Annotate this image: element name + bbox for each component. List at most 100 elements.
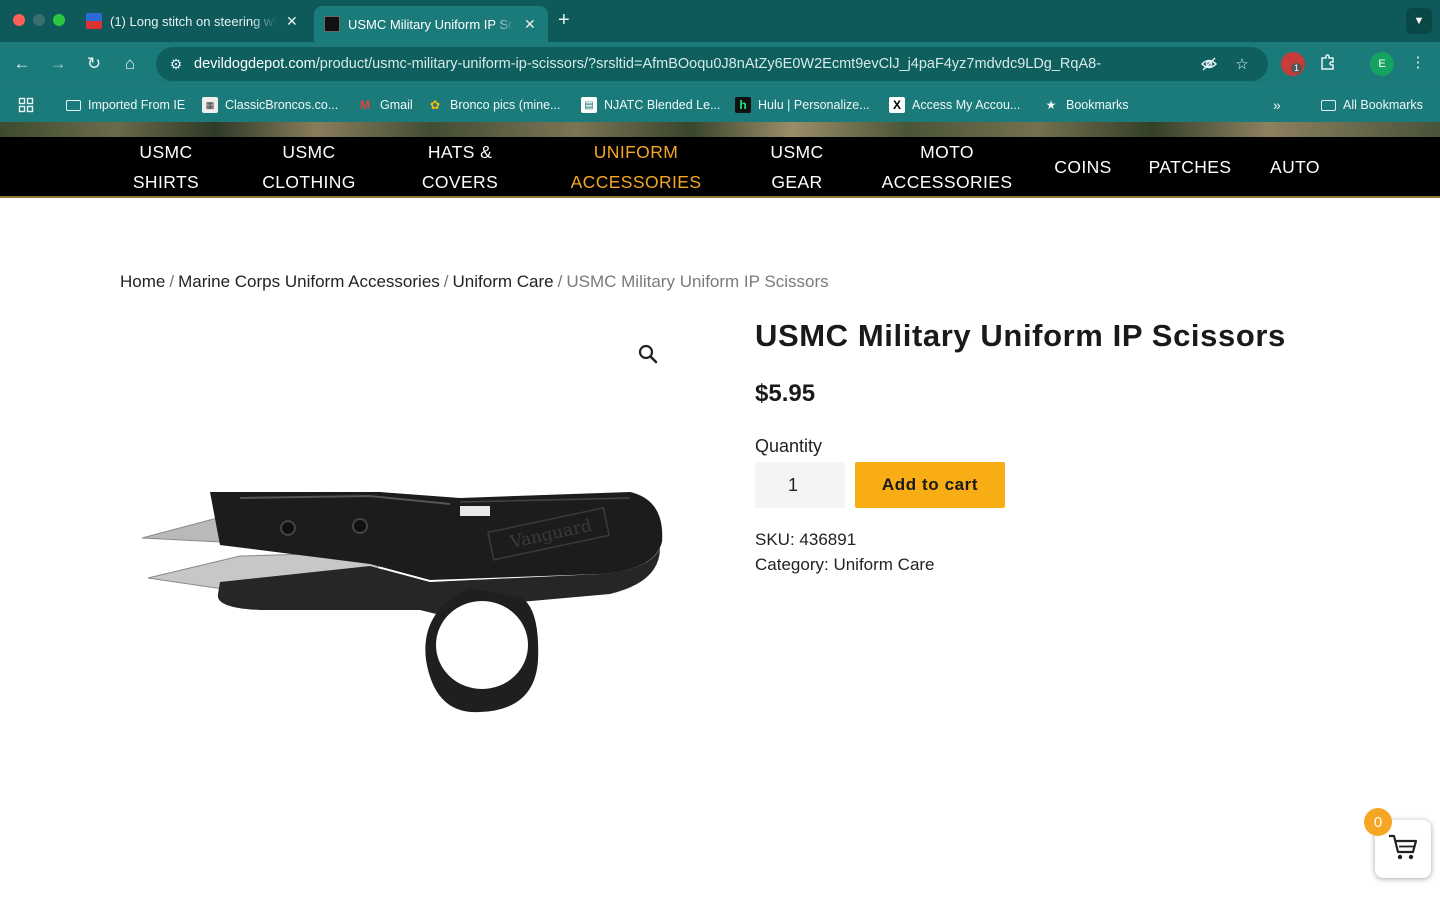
tab-title: (1) Long stitch on steering wh — [110, 13, 276, 29]
browser-tab-strip: (1) Long stitch on steering wh ✕ USMC Mi… — [0, 0, 1440, 42]
window-maximize-button[interactable] — [53, 14, 65, 26]
bookmark-label: Imported From IE — [88, 98, 186, 112]
breadcrumb-subcategory-link[interactable]: Uniform Care — [453, 272, 554, 291]
camo-header-banner — [0, 122, 1440, 137]
nav-item-usmc-shirts[interactable]: USMC SHIRTS — [116, 137, 216, 197]
nav-label: PATCHES — [1148, 157, 1232, 177]
window-close-button[interactable] — [13, 14, 25, 26]
url-path: /product/usmc-military-uniform-ip-scisso… — [315, 56, 1102, 72]
browser-toolbar: ← → ↻ ⌂ ⚙ devildogdepot.com/product/usmc… — [0, 42, 1440, 86]
tab-favicon-icon — [86, 13, 102, 29]
url-domain: devildogdepot.com — [194, 56, 316, 72]
browser-tab-active[interactable]: USMC Military Uniform IP Scis ✕ — [314, 6, 548, 42]
bookmark-label: Hulu | Personalize... — [758, 98, 870, 112]
site-info-icon[interactable]: ⚙ — [166, 54, 186, 74]
nav-label: AUTO — [1270, 157, 1320, 177]
forward-arrow-icon[interactable]: → — [47, 53, 69, 75]
tab-search-chevron-icon[interactable]: ▼ — [1406, 8, 1432, 34]
photos-icon: ✿ — [429, 98, 441, 112]
breadcrumb-category-link[interactable]: Marine Corps Uniform Accessories — [178, 272, 440, 291]
back-arrow-icon[interactable]: ← — [11, 53, 33, 75]
nav-item-uniform-accessories[interactable]: UNIFORM ACCESSORIES — [560, 137, 712, 197]
bookmark-star-icon[interactable]: ☆ — [1232, 54, 1252, 74]
extension-badge: 1 — [1291, 63, 1303, 73]
nav-item-usmc-gear[interactable]: USMC GEAR — [752, 137, 842, 197]
nav-label: COINS — [1054, 157, 1112, 177]
bookmark-item[interactable]: M Gmail — [357, 96, 413, 114]
folder-icon — [65, 97, 81, 113]
nav-label-line1: USMC — [770, 142, 824, 162]
breadcrumb-separator: / — [169, 272, 175, 291]
breadcrumb-home-link[interactable]: Home — [120, 272, 165, 291]
bookmark-item[interactable]: h Hulu | Personalize... — [735, 96, 870, 114]
nav-item-hats-covers[interactable]: HATS & COVERS — [405, 137, 515, 197]
bookmark-item[interactable]: ▦ ClassicBroncos.co... — [202, 96, 338, 114]
bookmark-label: Bookmarks — [1066, 98, 1129, 112]
address-bar[interactable]: ⚙ devildogdepot.com/product/usmc-militar… — [156, 47, 1268, 81]
extension-icon[interactable]: 1 — [1281, 52, 1305, 76]
address-url[interactable]: devildogdepot.com/product/usmc-military-… — [194, 56, 1154, 72]
breadcrumb: Home / Marine Corps Uniform Accessories / Un… — [120, 272, 829, 292]
bookmark-item[interactable]: ★ Bookmarks — [1043, 96, 1129, 114]
extensions-puzzle-icon[interactable] — [1318, 52, 1338, 72]
bookmark-item[interactable]: X Access My Accou... — [889, 96, 1020, 114]
bookmark-label: All Bookmarks — [1343, 98, 1423, 112]
nav-label-line1: MOTO — [920, 142, 974, 162]
profile-avatar[interactable]: E — [1370, 52, 1394, 76]
product-sku: SKU: 436891 — [755, 530, 856, 550]
bookmark-item[interactable]: ▤ NJATC Blended Le... — [581, 96, 721, 114]
nav-item-usmc-clothing[interactable]: USMC CLOTHING — [249, 137, 369, 197]
nav-label-line1: HATS & — [427, 142, 493, 162]
bookmark-item[interactable]: ✿ Bronco pics (mine... — [427, 96, 561, 114]
tab-title: USMC Military Uniform IP Scis — [348, 16, 514, 32]
category-link[interactable]: Uniform Care — [833, 555, 934, 574]
shopping-cart-icon — [1388, 833, 1418, 866]
add-to-cart-button[interactable]: Add to cart — [855, 462, 1005, 508]
bookmark-label: Bronco pics (mine... — [450, 98, 561, 112]
site-icon: ▦ — [202, 97, 218, 113]
bookmark-label: ClassicBroncos.co... — [225, 98, 339, 112]
tab-favicon-icon — [324, 16, 340, 32]
more-bookmarks-chevron-icon[interactable]: » — [1273, 96, 1281, 114]
breadcrumb-separator: / — [557, 272, 563, 291]
eye-slash-icon[interactable] — [1199, 54, 1219, 74]
window-minimize-button[interactable] — [33, 14, 45, 26]
home-icon[interactable]: ⌂ — [119, 53, 141, 75]
star-icon: ★ — [1045, 98, 1057, 112]
quantity-input[interactable] — [755, 462, 845, 508]
new-tab-icon[interactable]: + — [558, 9, 570, 32]
x-icon: X — [889, 97, 905, 113]
nav-item-auto[interactable]: AUTO — [1262, 137, 1328, 197]
site-icon: ▤ — [581, 97, 597, 113]
product-image-scissors[interactable]: Vanguard — [130, 470, 675, 720]
folder-icon — [1320, 97, 1336, 113]
category-label: Category: — [755, 555, 829, 574]
nav-label-line2: SHIRTS — [132, 172, 200, 192]
tab-close-icon[interactable]: ✕ — [524, 16, 536, 33]
bookmark-item[interactable]: Imported From IE — [65, 96, 185, 114]
nav-item-moto-accessories[interactable]: MOTO ACCESSORIES — [871, 137, 1023, 197]
product-category: Category: Uniform Care — [755, 555, 935, 575]
nav-label-line1: USMC — [139, 142, 193, 162]
nav-label-line2: CLOTHING — [262, 172, 356, 192]
browser-menu-icon[interactable]: ⋮ — [1408, 52, 1428, 72]
product-title: USMC Military Uniform IP Scissors — [755, 318, 1286, 353]
browser-tab[interactable]: (1) Long stitch on steering wh ✕ — [86, 6, 306, 36]
breadcrumb-separator: / — [443, 272, 449, 291]
bookmark-label: Gmail — [380, 98, 413, 112]
magnifier-zoom-icon[interactable] — [637, 343, 659, 365]
breadcrumb-current: USMC Military Uniform IP Scissors — [566, 272, 829, 291]
bookmark-label: NJATC Blended Le... — [604, 98, 721, 112]
sku-label: SKU: — [755, 530, 795, 549]
tab-close-icon[interactable]: ✕ — [286, 13, 298, 30]
apps-grid-icon[interactable] — [18, 96, 34, 114]
reload-icon[interactable]: ↻ — [83, 53, 105, 75]
nav-label-line2: ACCESSORIES — [881, 172, 1013, 192]
nav-label-line2: ACCESSORIES — [570, 172, 702, 192]
nav-item-patches[interactable]: PATCHES — [1143, 137, 1237, 197]
nav-item-coins[interactable]: COINS — [1048, 137, 1118, 197]
gmail-icon: M — [360, 98, 370, 112]
all-bookmarks-item[interactable]: All Bookmarks — [1320, 96, 1423, 114]
nav-label-line1: USMC — [282, 142, 336, 162]
cart-count-badge: 0 — [1364, 808, 1392, 836]
